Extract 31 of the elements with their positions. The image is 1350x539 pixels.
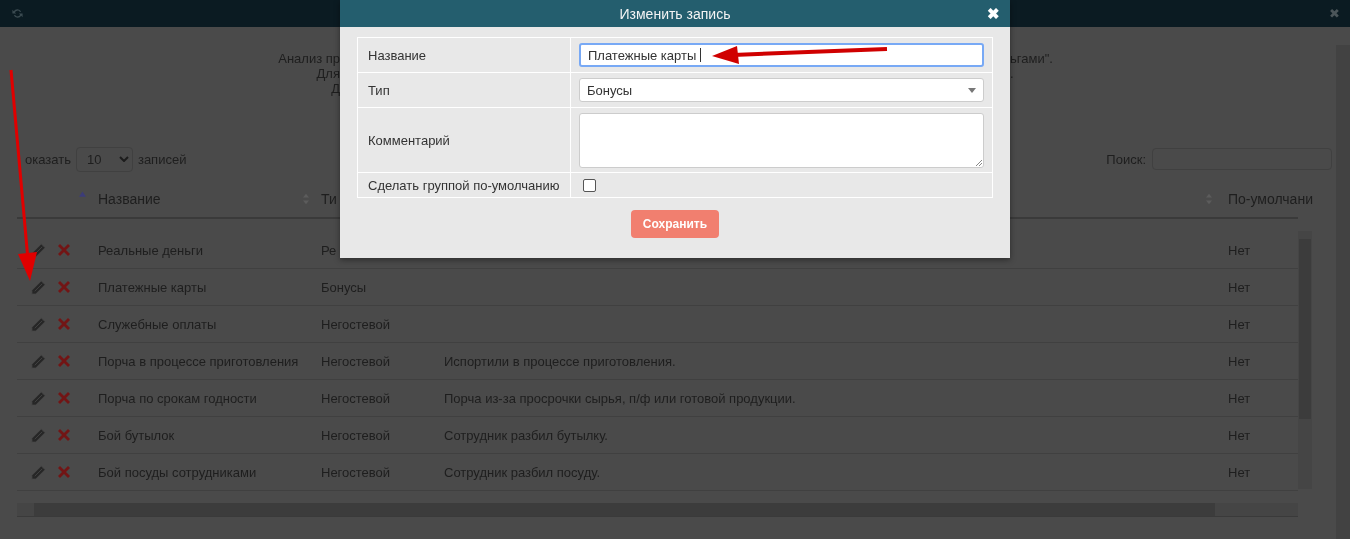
refresh-icon[interactable] <box>11 7 24 20</box>
comment-textarea[interactable] <box>579 112 984 168</box>
field-label: Тип <box>368 82 390 98</box>
close-button[interactable]: ✖ <box>1329 6 1340 21</box>
chevron-down-icon[interactable] <box>118 156 129 162</box>
pencil-icon[interactable] <box>31 390 46 406</box>
sort-ascending-icon[interactable] <box>79 191 86 197</box>
intro-text: . <box>1010 66 1015 81</box>
delete-icon[interactable] <box>58 244 70 256</box>
delete-icon[interactable] <box>58 429 70 441</box>
pencil-icon[interactable] <box>31 279 46 295</box>
field-label: Комментарий <box>368 132 450 148</box>
delete-icon[interactable] <box>58 392 70 404</box>
default-checkbox[interactable] <box>583 178 596 192</box>
pencil-icon[interactable] <box>31 353 46 369</box>
delete-icon[interactable] <box>58 281 70 293</box>
delete-icon[interactable] <box>58 355 70 367</box>
pencil-icon[interactable] <box>31 427 46 443</box>
name-input-field[interactable]: Платежные карты <box>579 43 984 67</box>
dialog-title: Изменить запись <box>619 5 731 22</box>
field-label: Сделать группой по-умолчанию <box>368 177 560 193</box>
pencil-icon[interactable] <box>31 316 46 332</box>
delete-icon[interactable] <box>58 466 70 478</box>
dropdown-caret-icon[interactable] <box>968 87 976 93</box>
resize-grip-icon[interactable] <box>976 159 982 166</box>
delete-icon[interactable] <box>58 318 70 330</box>
type-select[interactable]: Бонусы <box>579 78 984 102</box>
pencil-icon[interactable] <box>31 464 46 480</box>
field-label: Название <box>368 47 427 63</box>
close-button[interactable]: ✖ <box>987 5 1000 23</box>
save-button[interactable]: Сохранить <box>630 210 720 238</box>
